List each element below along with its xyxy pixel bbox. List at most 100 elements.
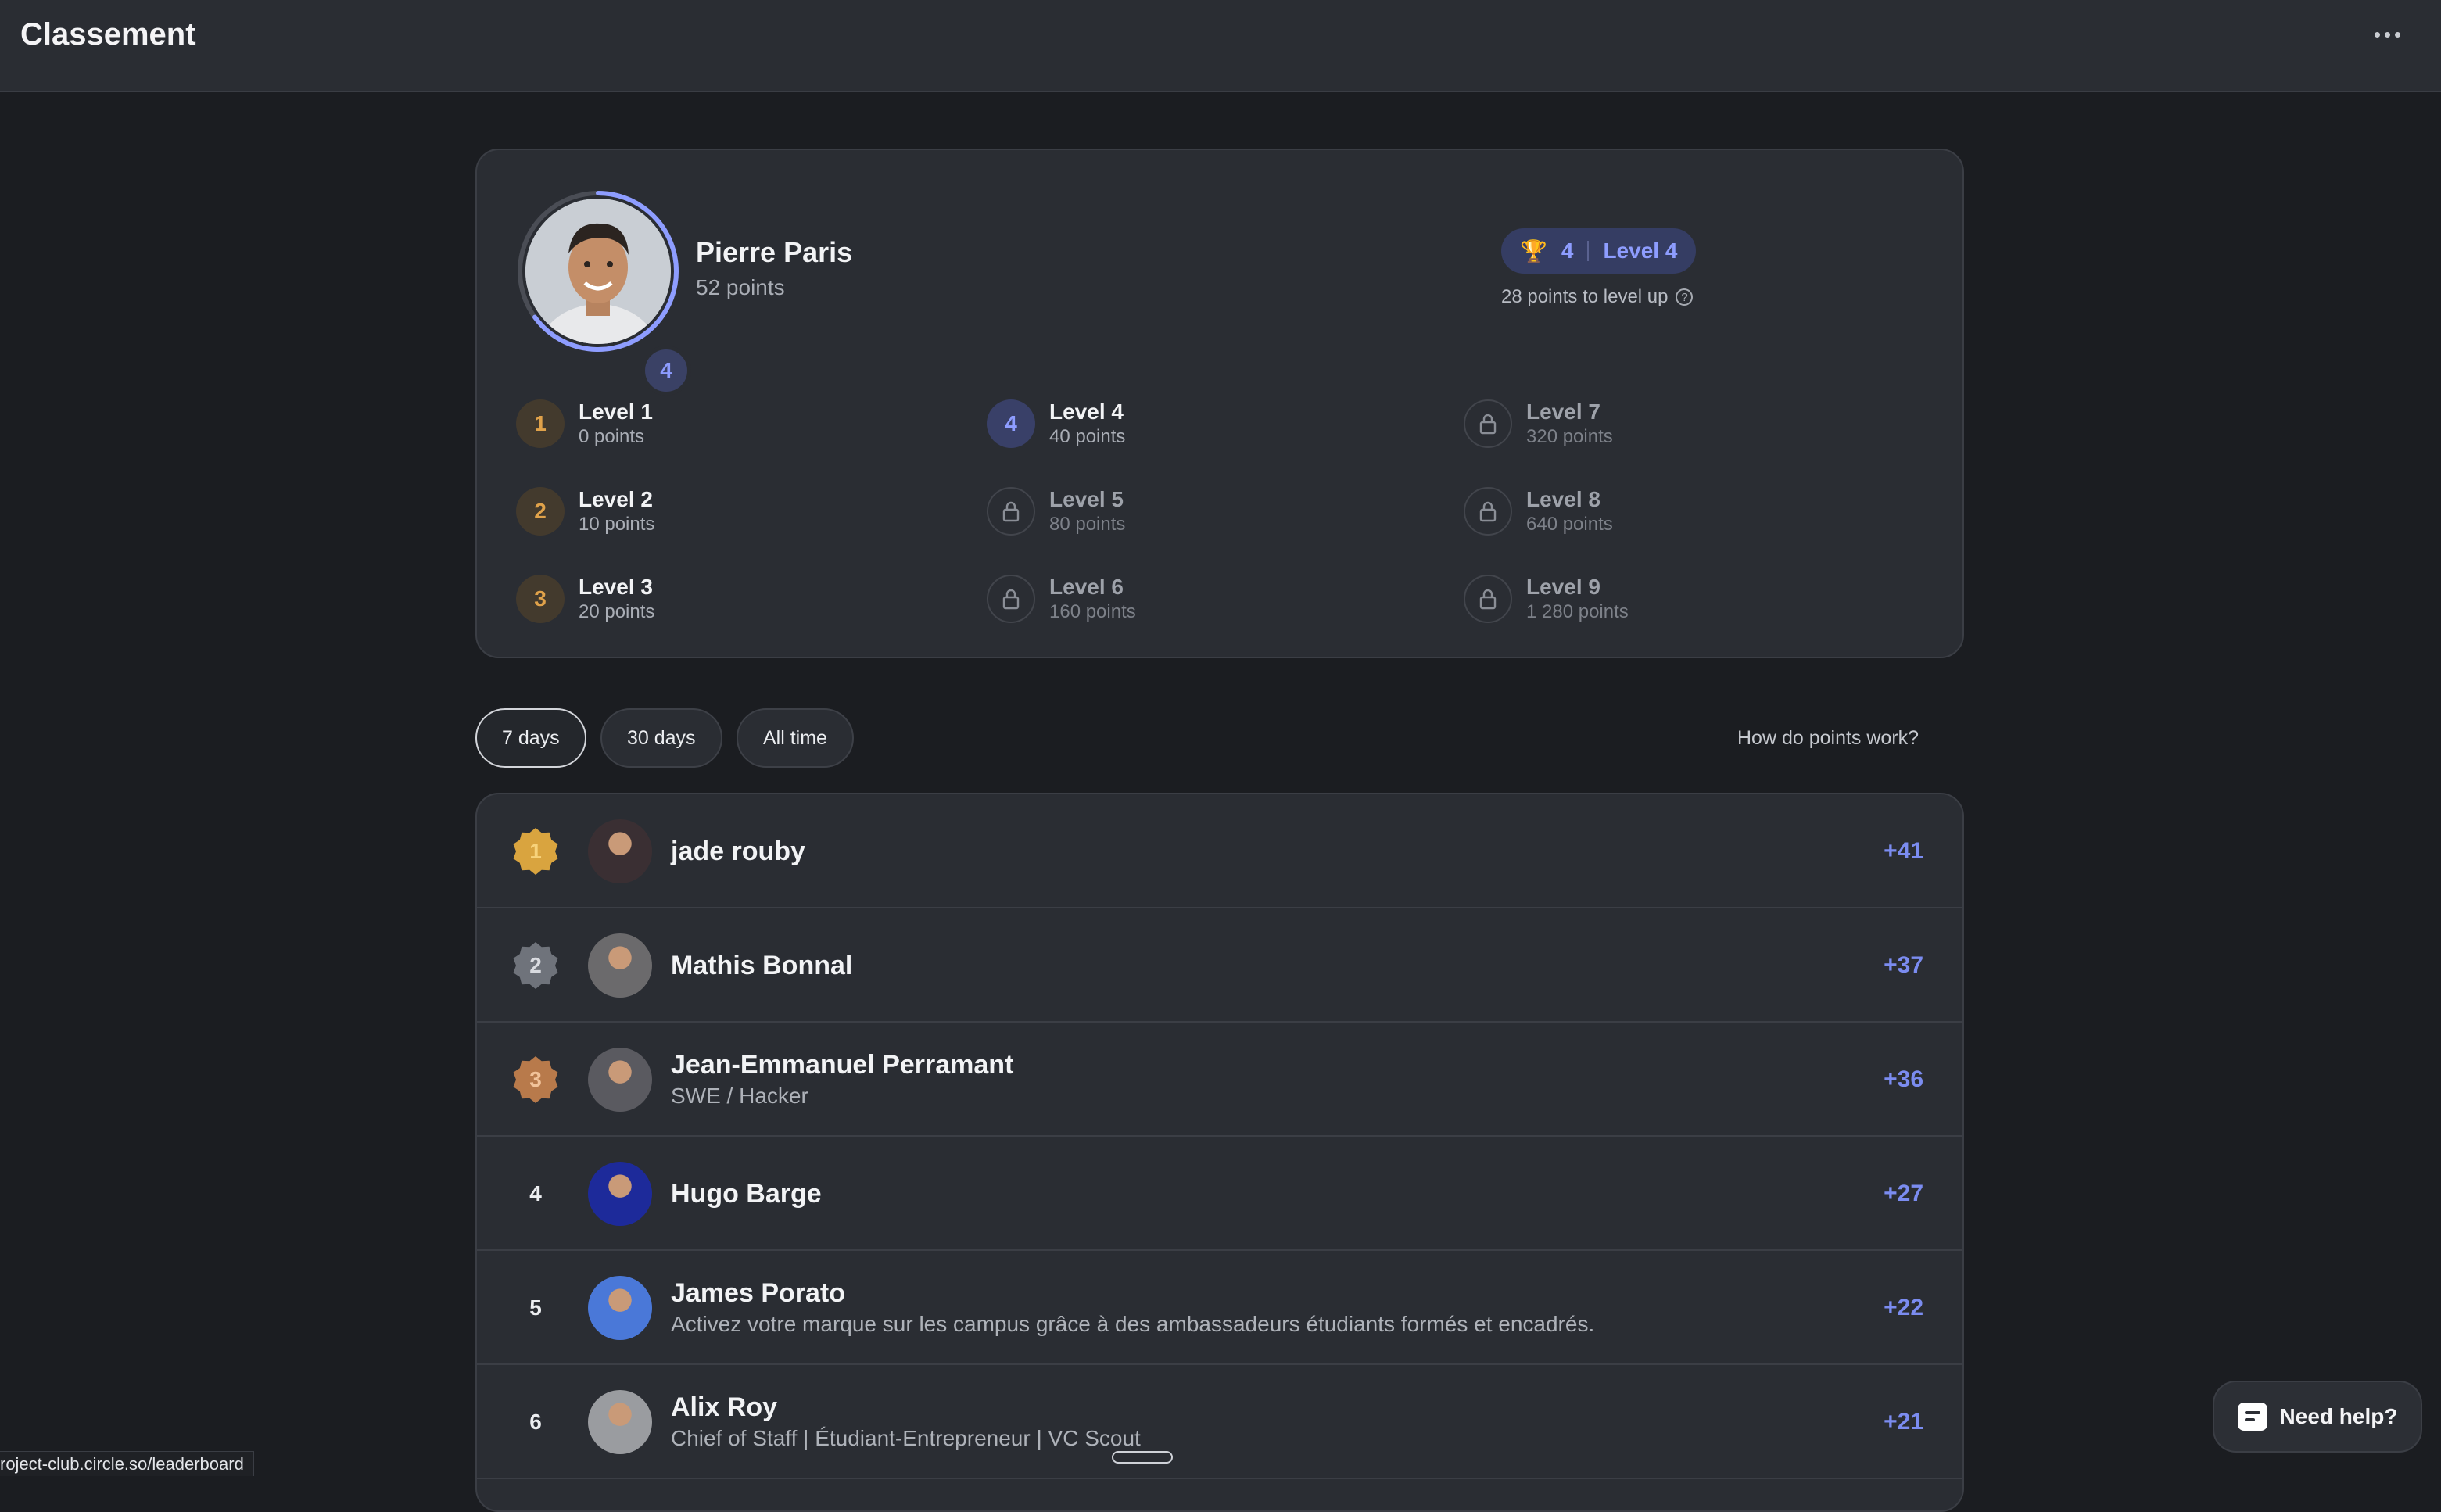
lock-icon xyxy=(1464,487,1512,536)
member-info: jade rouby xyxy=(671,794,805,908)
leaderboard-row[interactable]: 5 James Porato Activez votre marque sur le… xyxy=(477,1251,1962,1365)
member-info: Jean-Emmanuel Perramant SWE / Hacker xyxy=(671,1023,1013,1137)
question-circle-icon[interactable]: ? xyxy=(1676,288,1694,306)
member-score: +36 xyxy=(1884,1066,1923,1092)
member-name[interactable]: James Porato xyxy=(671,1277,1594,1310)
level-points: 0 points xyxy=(579,426,645,447)
rank-label: 6 xyxy=(529,1410,542,1434)
more-horizontal-icon[interactable] xyxy=(2368,19,2407,50)
member-info: James Porato Activez votre marque sur les… xyxy=(671,1251,1594,1365)
level-name: Level 8 xyxy=(1526,487,1600,511)
avatar[interactable] xyxy=(588,819,652,883)
avatar[interactable] xyxy=(588,1048,652,1112)
member-name[interactable]: Hugo Barge xyxy=(671,1177,822,1210)
member-score: +27 xyxy=(1884,1181,1923,1206)
level-points: 1 280 points xyxy=(1526,601,1629,622)
level-item: 1 Level 10 points xyxy=(516,392,653,455)
filter-all-time[interactable]: All time xyxy=(737,708,854,768)
leaderboard-row[interactable]: 1 jade rouby +41 xyxy=(477,794,1962,908)
rank-medal: 2 xyxy=(511,941,560,990)
level-text: Level 8 640 points xyxy=(1526,486,1613,536)
leaderboard-row[interactable]: 3 Jean-Emmanuel Perramant SWE / Hacker +36 xyxy=(477,1023,1962,1137)
level-points: 640 points xyxy=(1526,514,1613,535)
rank-label: 1 xyxy=(529,839,542,863)
level-points: 40 points xyxy=(1049,426,1126,447)
level-item: Level 8 640 points xyxy=(1464,480,1613,543)
chat-icon xyxy=(2237,1403,2267,1431)
level-text: Level 91 280 points xyxy=(1526,574,1629,624)
member-info: Mathis Bonnal xyxy=(671,908,852,1023)
member-score: +22 xyxy=(1884,1295,1923,1320)
avatar-level-badge: 4 xyxy=(641,346,691,396)
filter-30-days[interactable]: 30 days xyxy=(600,708,722,768)
lock-icon xyxy=(987,575,1035,623)
rank-number: 6 xyxy=(511,1398,560,1446)
how-points-work-link[interactable]: How do points work? xyxy=(1737,727,1919,750)
rank-number: 5 xyxy=(511,1284,560,1332)
leaderboard-row[interactable]: 4 Hugo Barge +27 xyxy=(477,1137,1962,1251)
avatar[interactable] xyxy=(588,1390,652,1454)
scroll-indicator xyxy=(1112,1451,1173,1464)
member-name[interactable]: jade rouby xyxy=(671,835,805,868)
level-name: Level 2 xyxy=(579,487,653,511)
member-headline: Chief of Staff | Étudiant-Entrepreneur |… xyxy=(671,1426,1141,1450)
level-badge: 3 xyxy=(516,575,565,623)
level-pill: 🏆 4 Level 4 xyxy=(1501,228,1697,274)
avatar[interactable] xyxy=(588,1276,652,1340)
rank-label: 5 xyxy=(529,1295,542,1320)
level-text: Level 2 10 points xyxy=(579,486,654,536)
member-headline: Activez votre marque sur les campus grâc… xyxy=(671,1312,1595,1336)
level-item: 4 Level 4 40 points xyxy=(987,392,1125,455)
level-text: Level 4 40 points xyxy=(1049,399,1125,449)
level-points: 20 points xyxy=(579,601,655,622)
member-score: +37 xyxy=(1884,952,1923,978)
leaderboard-list: 1 jade rouby +41 2 Mathis Bonnal +37 3 Jean-Emm… xyxy=(475,793,1964,1512)
member-score: +41 xyxy=(1884,838,1923,864)
member-score: +21 xyxy=(1884,1409,1923,1435)
leaderboard-row[interactable]: 2 Mathis Bonnal +37 xyxy=(477,908,1962,1023)
level-item: Level 6 160 points xyxy=(987,568,1136,630)
profile-card: 4 Pierre Paris 52 points 🏆 4 Level 4 28 … xyxy=(475,149,1964,658)
level-name: Level 9 xyxy=(1526,575,1600,599)
level-points: 80 points xyxy=(1049,514,1126,535)
member-name[interactable]: Alix Roy xyxy=(671,1391,1141,1424)
level-pill-count: 4 xyxy=(1561,238,1574,263)
filter-label: 30 days xyxy=(627,726,696,749)
filter-label: All time xyxy=(763,726,827,749)
need-help-button[interactable]: Need help? xyxy=(2213,1381,2422,1453)
avatar[interactable] xyxy=(588,1162,652,1226)
avatar xyxy=(525,199,671,344)
rank-label: 3 xyxy=(529,1067,542,1091)
rank-label: 2 xyxy=(529,953,542,977)
top-bar: Classement xyxy=(0,0,2441,92)
level-text: Level 10 points xyxy=(579,399,653,449)
status-url: roject-club.circle.so/leaderboard xyxy=(0,1451,254,1476)
rank-label: 4 xyxy=(529,1181,542,1206)
level-badge: 2 xyxy=(516,487,565,536)
member-headline: SWE / Hacker xyxy=(671,1084,808,1108)
member-info: Hugo Barge xyxy=(671,1137,822,1251)
level-points: 160 points xyxy=(1049,601,1136,622)
filter-label: 7 days xyxy=(502,726,560,749)
member-name[interactable]: Mathis Bonnal xyxy=(671,949,852,982)
level-pill-label: Level 4 xyxy=(1603,238,1678,263)
member-name[interactable]: Jean-Emmanuel Perramant xyxy=(671,1048,1013,1081)
filter-7-days[interactable]: 7 days xyxy=(475,708,586,768)
trophy-icon: 🏆 xyxy=(1520,238,1547,263)
points-to-level-up-text: 28 points to level up xyxy=(1501,286,1669,307)
profile-avatar[interactable]: 4 xyxy=(516,189,691,396)
level-text: Level 7 320 points xyxy=(1526,399,1613,449)
levels-grid: 1 Level 10 points 2 Level 2 10 points 3 Level … xyxy=(516,392,1939,643)
level-badge: 4 xyxy=(987,399,1035,448)
level-name: Level 5 xyxy=(1049,487,1124,511)
profile-points: 52 points xyxy=(696,275,785,299)
lock-icon xyxy=(987,487,1035,536)
level-item: Level 5 80 points xyxy=(987,480,1125,543)
profile-name[interactable]: Pierre Paris xyxy=(696,236,852,269)
rank-medal: 3 xyxy=(511,1055,560,1104)
level-points: 320 points xyxy=(1526,426,1613,447)
page-title: Classement xyxy=(20,17,196,52)
leaderboard-row[interactable]: 6 Alix Roy Chief of Staff | Étudiant-Entre… xyxy=(477,1365,1962,1479)
level-text: Level 5 80 points xyxy=(1049,486,1125,536)
avatar[interactable] xyxy=(588,933,652,998)
